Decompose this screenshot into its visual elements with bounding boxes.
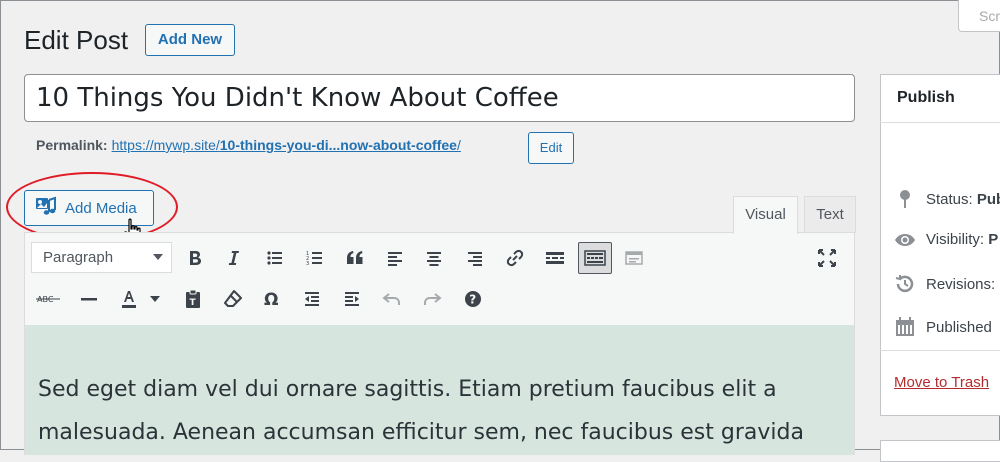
permalink: Permalink: https://mywp.site/10-things-y… bbox=[36, 137, 461, 153]
read-more-icon[interactable] bbox=[540, 243, 570, 273]
post-title-input[interactable] bbox=[24, 74, 855, 122]
undo-icon[interactable] bbox=[377, 284, 407, 314]
horizontal-line-icon[interactable] bbox=[74, 284, 104, 314]
visibility-value: P bbox=[988, 231, 999, 248]
fullscreen-icon[interactable] bbox=[812, 243, 842, 273]
clear-formatting-icon[interactable] bbox=[218, 284, 248, 314]
align-left-icon[interactable] bbox=[380, 243, 410, 273]
content-line: Sed eget diam vel dui ornare sagittis. E… bbox=[38, 377, 777, 402]
screen-options-button[interactable]: Scr bbox=[958, 0, 1000, 32]
status-value: Pub bbox=[976, 190, 1000, 208]
published-label: Published bbox=[926, 318, 992, 336]
indent-icon[interactable] bbox=[337, 284, 367, 314]
italic-icon[interactable] bbox=[219, 243, 249, 273]
permalink-label: Permalink: bbox=[36, 137, 108, 153]
publish-visibility-row: Visibility: P bbox=[894, 231, 998, 248]
paste-text-icon[interactable]: T bbox=[178, 284, 208, 314]
permalink-url-slug: 10-things-you-di...now-about-coffee bbox=[219, 137, 457, 153]
svg-text:?: ? bbox=[469, 293, 476, 307]
content-line: malesuada. Aenean accumsan efficitur sem… bbox=[38, 420, 804, 445]
next-metabox bbox=[880, 440, 1000, 462]
publish-status-row: Status: Pub bbox=[894, 189, 1000, 209]
chevron-down-icon bbox=[153, 254, 163, 260]
bullet-list-icon[interactable] bbox=[260, 243, 290, 273]
tab-visual[interactable]: Visual bbox=[733, 196, 798, 234]
link-icon[interactable] bbox=[500, 243, 530, 273]
publish-revisions-row: Revisions: bbox=[894, 274, 995, 294]
special-character-icon[interactable]: Ω bbox=[257, 284, 287, 314]
strikethrough-icon[interactable]: ABC bbox=[32, 284, 64, 314]
text-color-icon[interactable] bbox=[114, 284, 144, 314]
add-new-button[interactable]: Add New bbox=[145, 24, 235, 56]
align-right-icon[interactable] bbox=[460, 243, 490, 273]
svg-text:T: T bbox=[190, 298, 197, 308]
move-to-trash-link[interactable]: Move to Trash bbox=[894, 374, 989, 391]
text-color-chevron-down-icon[interactable] bbox=[150, 296, 160, 302]
numbered-list-icon[interactable]: 123 bbox=[300, 243, 330, 273]
status-label: Status: bbox=[926, 190, 973, 208]
publish-divider bbox=[880, 350, 1000, 351]
screen-options-label: Scr bbox=[979, 8, 1000, 24]
svg-text:Ω: Ω bbox=[264, 290, 278, 308]
editor-content-text[interactable]: Sed eget diam vel dui ornare sagittis. E… bbox=[38, 368, 838, 454]
permalink-link[interactable]: https://mywp.site/10-things-you-di...now… bbox=[112, 137, 461, 153]
distraction-free-icon[interactable] bbox=[619, 243, 649, 273]
pin-icon bbox=[894, 189, 916, 209]
tab-text[interactable]: Text bbox=[804, 196, 856, 233]
format-select[interactable]: Paragraph bbox=[31, 242, 172, 273]
visibility-label: Visibility: bbox=[926, 231, 985, 248]
page-title: Edit Post bbox=[24, 25, 129, 55]
publish-box-title: Publish bbox=[897, 89, 955, 106]
revisions-label: Revisions: bbox=[926, 275, 996, 293]
permalink-url-suffix: / bbox=[456, 137, 461, 153]
permalink-edit-button[interactable]: Edit bbox=[528, 132, 574, 164]
calendar-icon bbox=[894, 317, 916, 337]
toolbar-toggle-icon[interactable] bbox=[578, 242, 612, 274]
redo-icon[interactable] bbox=[417, 284, 447, 314]
bold-icon[interactable] bbox=[180, 243, 210, 273]
history-icon bbox=[894, 274, 916, 294]
permalink-url-prefix: https://mywp.site/ bbox=[111, 137, 220, 153]
format-select-value: Paragraph bbox=[43, 249, 114, 266]
eye-icon bbox=[894, 233, 916, 247]
help-icon[interactable]: ? bbox=[458, 284, 488, 314]
blockquote-icon[interactable] bbox=[340, 243, 370, 273]
svg-text:3: 3 bbox=[306, 261, 309, 267]
align-center-icon[interactable] bbox=[419, 243, 449, 273]
publish-date-row: Published bbox=[894, 317, 992, 337]
outdent-icon[interactable] bbox=[297, 284, 327, 314]
